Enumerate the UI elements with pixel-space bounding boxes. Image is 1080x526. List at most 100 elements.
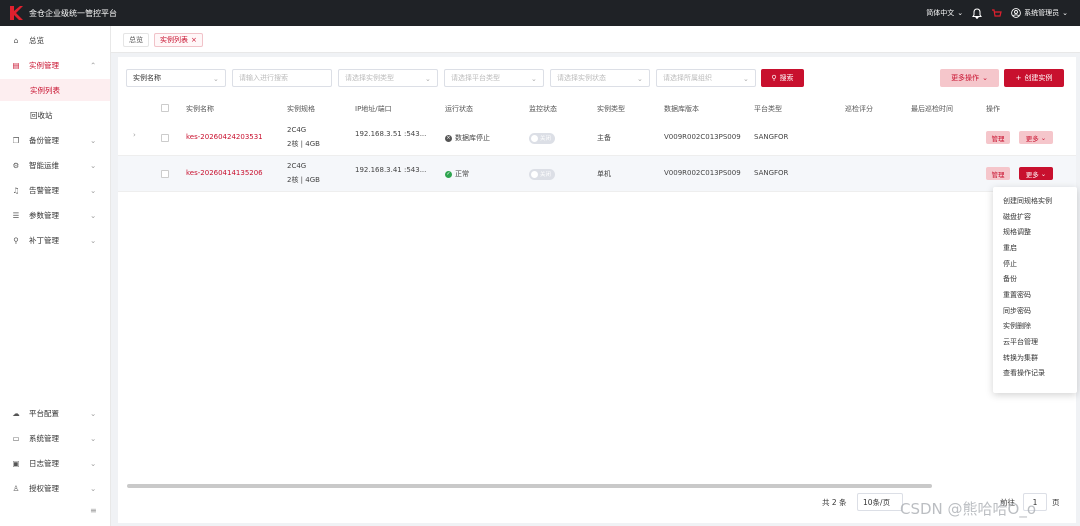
- menu-item-restart[interactable]: 重启: [993, 240, 1077, 256]
- sidebar-item-alarm[interactable]: ♫ 告警管理 ⌄: [0, 179, 110, 201]
- sidebar-item-license[interactable]: ♙ 授权管理 ⌄: [0, 477, 110, 499]
- sidebar-item-logs[interactable]: ▣ 日志管理 ⌄: [0, 452, 110, 474]
- manage-button[interactable]: 管理: [986, 167, 1010, 180]
- user-avatar-icon: [1011, 8, 1021, 18]
- manage-button[interactable]: 管理: [986, 131, 1010, 144]
- chevron-down-icon: ⌄: [90, 236, 97, 245]
- chevron-down-icon: ⌄: [213, 75, 219, 83]
- menu-item-cloud-platform[interactable]: 云平台管理: [993, 334, 1077, 350]
- chevron-down-icon: ⌄: [90, 211, 97, 220]
- platform-type: SANGFOR: [754, 169, 789, 177]
- kingbase-logo-icon: [10, 6, 23, 20]
- menu-item-backup[interactable]: 备份: [993, 271, 1077, 287]
- user-menu[interactable]: 系统管理员 ⌄: [1011, 8, 1068, 18]
- stop-status-icon: ×: [445, 134, 452, 142]
- menu-item-disk-expand[interactable]: 磁盘扩容: [993, 209, 1077, 225]
- row-checkbox[interactable]: [161, 170, 169, 178]
- tab-instance-list[interactable]: 实例列表 ×: [154, 33, 203, 47]
- menu-item-spec-adjust[interactable]: 规格调整: [993, 224, 1077, 240]
- sidebar-item-instance-list[interactable]: 实例列表: [0, 79, 110, 101]
- menu-item-delete-instance[interactable]: 实例删除: [993, 319, 1077, 335]
- expand-row-icon[interactable]: ›: [133, 131, 136, 139]
- instance-type-placeholder: 请选择实例类型: [345, 74, 394, 82]
- more-button[interactable]: 更多 ⌄: [1019, 131, 1053, 144]
- sidebar-item-platform-config[interactable]: ☁ 平台配置 ⌄: [0, 402, 110, 424]
- chevron-up-icon: ⌃: [90, 61, 97, 70]
- sidebar-item-overview[interactable]: ⌂ 总览: [0, 29, 110, 51]
- page-size-select[interactable]: 10条/页: [857, 493, 903, 511]
- ops-icon: ⚙: [12, 160, 20, 170]
- row-checkbox[interactable]: [161, 134, 169, 142]
- more-button-active[interactable]: 更多 ⌄: [1019, 167, 1053, 180]
- more-actions-button[interactable]: 更多操作 ⌄: [940, 69, 999, 87]
- tab-overview[interactable]: 总览: [123, 33, 149, 47]
- horizontal-scrollbar[interactable]: [127, 484, 932, 488]
- log-icon: ▣: [12, 458, 20, 468]
- ip-port: 192.168.3.41 :543...: [355, 166, 427, 174]
- more-actions-label: 更多操作: [951, 74, 980, 82]
- instance-type: 单机: [597, 170, 611, 178]
- sidebar-item-label: 告警管理: [29, 185, 59, 195]
- column-header: 监控状态: [529, 105, 557, 113]
- sidebar-item-params[interactable]: ☰ 参数管理 ⌄: [0, 204, 110, 226]
- backup-icon: ❐: [12, 135, 20, 145]
- monitor-toggle-label: 关闭: [540, 172, 552, 178]
- monitor-toggle[interactable]: 关闭: [529, 133, 555, 144]
- sidebar-item-smart-ops[interactable]: ⚙ 智能运维 ⌄: [0, 154, 110, 176]
- chevron-down-icon: ⌄: [637, 75, 643, 83]
- more-label: 更多: [1025, 170, 1039, 179]
- bell-icon: [972, 7, 983, 19]
- search-field-select[interactable]: 实例名称 ⌄: [126, 69, 226, 87]
- platform-type: SANGFOR: [754, 133, 789, 141]
- sidebar-item-recycle-bin[interactable]: 回收站: [0, 104, 110, 126]
- column-header: IP地址/端口: [355, 105, 392, 113]
- organization-select[interactable]: 请选择所属组织 ⌄: [656, 69, 756, 87]
- monitor-icon: ▭: [12, 433, 20, 443]
- menu-item-stop[interactable]: 停止: [993, 256, 1077, 272]
- column-header: 最后巡检时间: [911, 105, 953, 113]
- manage-label: 管理: [991, 170, 1005, 179]
- column-header: 平台类型: [754, 105, 782, 113]
- search-button[interactable]: ⚲ 搜索: [761, 69, 804, 87]
- create-instance-label: 创建实例: [1024, 74, 1053, 82]
- search-input[interactable]: 请输入进行搜索: [232, 69, 332, 87]
- sidebar-item-label: 平台配置: [29, 408, 59, 418]
- sidebar-item-instance-management[interactable]: ▤ 实例管理 ⌃: [0, 54, 110, 76]
- menu-item-create-same-spec[interactable]: 创建同规格实例: [993, 193, 1077, 209]
- close-icon[interactable]: ×: [191, 36, 197, 44]
- language-selector[interactable]: 简体中文 ⌄: [926, 8, 963, 18]
- table-row[interactable]: › kes-20260424203531 2C4G 2核 | 4GB 192.1…: [118, 120, 1076, 156]
- menu-item-sync-password[interactable]: 同步密码: [993, 303, 1077, 319]
- table-row[interactable]: kes-20260414135206 2C4G 2核 | 4GB 192.168…: [118, 156, 1076, 192]
- menu-item-reset-password[interactable]: 重置密码: [993, 287, 1077, 303]
- instance-status-select[interactable]: 请选择实例状态 ⌄: [550, 69, 650, 87]
- notification-button[interactable]: [972, 7, 983, 19]
- create-instance-button[interactable]: + 创建实例: [1004, 69, 1064, 87]
- sidebar-item-system[interactable]: ▭ 系统管理 ⌄: [0, 427, 110, 449]
- total-count: 共 2 条: [822, 497, 847, 507]
- instance-status-placeholder: 请选择实例状态: [557, 74, 606, 82]
- instance-name-link[interactable]: kes-20260414135206: [186, 169, 263, 177]
- cart-button[interactable]: [991, 8, 1002, 19]
- menu-item-convert-cluster[interactable]: 转换为集群: [993, 350, 1077, 366]
- select-all-checkbox[interactable]: [161, 104, 169, 112]
- hamburger-icon[interactable]: ≡: [90, 506, 97, 515]
- organization-placeholder: 请选择所属组织: [663, 74, 712, 82]
- instance-spec: 2C4G: [287, 162, 307, 170]
- chevron-down-icon: ⌄: [425, 75, 431, 83]
- instance-name-link[interactable]: kes-20260424203531: [186, 133, 263, 141]
- language-label: 简体中文: [926, 9, 955, 17]
- database-icon: ▤: [12, 60, 20, 70]
- chevron-down-icon: ⌄: [743, 75, 749, 83]
- sidebar-item-backup[interactable]: ❐ 备份管理 ⌄: [0, 129, 110, 151]
- sidebar-item-patch[interactable]: ⚲ 补丁管理 ⌄: [0, 229, 110, 251]
- platform-type-placeholder: 请选择平台类型: [451, 74, 500, 82]
- cart-icon: [992, 8, 1002, 17]
- instance-type-select[interactable]: 请选择实例类型 ⌄: [338, 69, 438, 87]
- platform-type-select[interactable]: 请选择平台类型 ⌄: [444, 69, 544, 87]
- app-title: 金仓企业级统一管控平台: [29, 8, 117, 18]
- sidebar-item-label: 实例列表: [30, 85, 60, 95]
- tab-label: 总览: [129, 36, 143, 44]
- monitor-toggle[interactable]: 关闭: [529, 169, 555, 180]
- menu-item-operation-log[interactable]: 查看操作记录: [993, 366, 1077, 382]
